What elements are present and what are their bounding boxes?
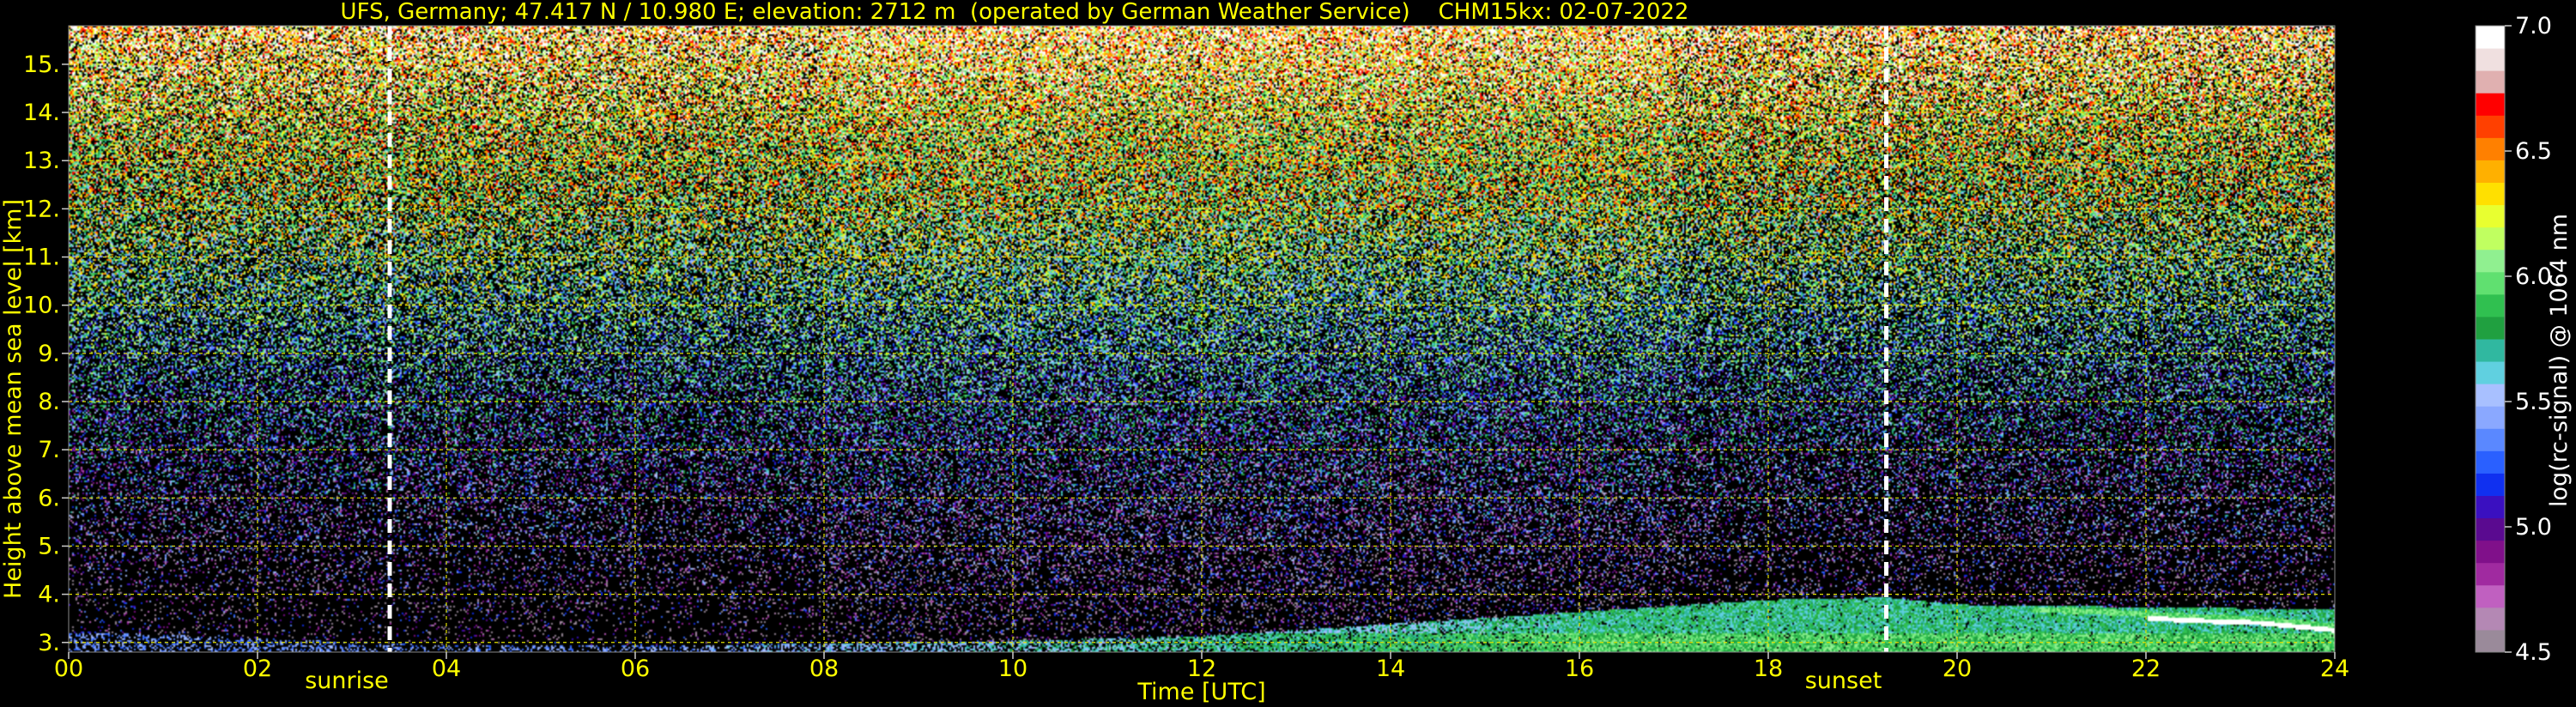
colorbar-segment	[2476, 227, 2505, 251]
y-tick-label: 10.	[23, 293, 60, 319]
colorbar-segment	[2476, 316, 2505, 340]
colorbar-label: log(rc-signal) @ 1064 nm	[2546, 214, 2573, 507]
colorbar-segment	[2476, 249, 2505, 273]
y-tick-label: 14.	[23, 100, 60, 126]
sunset-label: sunset	[1805, 668, 1882, 694]
colorbar-segment	[2476, 48, 2505, 71]
y-tick-label: 7.	[38, 437, 60, 463]
colorbar-segment	[2476, 361, 2505, 384]
colorbar-segment	[2476, 271, 2505, 295]
x-tick-label: 06	[621, 656, 650, 682]
x-tick-label: 10	[998, 656, 1027, 682]
y-tick-label: 4.	[38, 582, 60, 608]
y-tick-label: 13.	[23, 148, 60, 174]
colorbar-segment	[2476, 517, 2505, 541]
colorbar-segment	[2476, 428, 2505, 451]
y-axis-label: Height above mean sea level [km]	[0, 199, 27, 599]
y-tick-label: 15.	[23, 51, 60, 78]
x-tick-label: 08	[809, 656, 839, 682]
x-tick-label: 18	[1754, 656, 1783, 682]
colorbar-segment	[2476, 473, 2505, 496]
backscatter-heatmap	[69, 26, 2335, 652]
y-tick-label: 12.	[23, 196, 60, 222]
colorbar-segment	[2476, 339, 2505, 362]
chart-title: UFS, Germany; 47.417 N / 10.980 E; eleva…	[341, 0, 1689, 25]
x-tick-label: 14	[1376, 656, 1405, 682]
x-tick-label: 22	[2131, 656, 2161, 682]
lidar-chart: sunrise sunset 00 02 04 06 08 10 12 14 16 18 20 22 24…	[0, 0, 2576, 707]
colorbar-segment	[2476, 495, 2505, 519]
colorbar-segment	[2476, 204, 2505, 228]
colorbar-segment	[2476, 182, 2505, 206]
colorbar-segment	[2476, 406, 2505, 429]
x-tick-label: 24	[2320, 656, 2349, 682]
colorbar-segment	[2476, 70, 2505, 94]
colorbar-segment	[2476, 584, 2505, 608]
x-tick-label: 02	[243, 656, 272, 682]
colorbar-segment	[2476, 115, 2505, 138]
x-tick-label: 20	[1943, 656, 1972, 682]
colorbar-segment	[2476, 607, 2505, 631]
x-tick-label: 16	[1565, 656, 1594, 682]
colorbar-segment	[2476, 26, 2505, 49]
y-tick-label: 11.	[23, 245, 60, 271]
y-tick-label: 5.	[38, 533, 60, 559]
colorbar-segment	[2476, 562, 2505, 586]
colorbar-tick-label: 6.5	[2515, 138, 2552, 165]
colorbar-tick-label: 5.0	[2515, 514, 2552, 541]
colorbar-segment	[2476, 540, 2505, 564]
y-tick-label: 6.	[38, 485, 60, 511]
y-tick-label: 9.	[38, 341, 60, 367]
colorbar-segment	[2476, 629, 2505, 653]
colorbar-segment	[2476, 93, 2505, 116]
sunrise-label: sunrise	[305, 668, 389, 694]
x-tick-label: 04	[432, 656, 461, 682]
x-tick-label: 00	[54, 656, 83, 682]
y-tick-label: 8.	[38, 389, 60, 415]
colorbar-tick-label: 7.0	[2515, 13, 2552, 39]
y-tick-label: 3.	[38, 630, 60, 656]
x-axis-label: Time [UTC]	[1136, 679, 1265, 705]
colorbar-tick-label: 4.5	[2515, 639, 2552, 666]
colorbar-segment	[2476, 293, 2505, 317]
colorbar-segment	[2476, 160, 2505, 183]
colorbar-segment	[2476, 450, 2505, 474]
colorbar-segment	[2476, 384, 2505, 407]
colorbar-segment	[2476, 137, 2505, 160]
